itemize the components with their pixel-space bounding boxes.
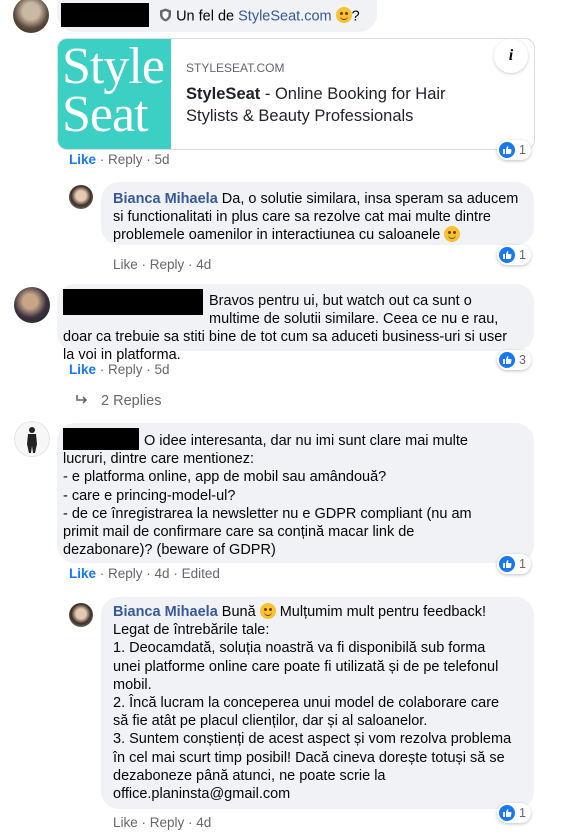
timestamp[interactable]: 5d	[155, 152, 170, 167]
reply-line: dezaboneze până atunci, ne poate scrie l…	[113, 767, 386, 784]
reply-email: office.planinsta@gmail.com	[113, 786, 291, 803]
comment-line: O idee interesanta, dar nu imi sunt clar…	[144, 433, 468, 449]
commenter-avatar[interactable]	[14, 287, 50, 323]
comment-line: lucruri, dintre care mentionez:	[63, 451, 254, 468]
reply-actions: Like · Reply · 4d	[113, 257, 212, 272]
like-link[interactable]: Like	[69, 362, 96, 377]
preview-title: StyleSeat - Online Booking for Hair Styl…	[186, 83, 486, 127]
reaction-count[interactable]: 3	[497, 350, 531, 370]
reaction-count[interactable]: 1	[497, 803, 531, 823]
reaction-number: 3	[519, 353, 526, 367]
reply-link[interactable]: Reply	[108, 362, 143, 377]
edited-label[interactable]: Edited	[182, 566, 220, 581]
reply-greeting: Bună	[217, 604, 260, 620]
smiling-emoji-icon	[444, 226, 461, 242]
reply-link[interactable]: Reply	[108, 566, 143, 581]
reaction-number: 1	[519, 806, 526, 820]
commenter-avatar[interactable]	[13, 0, 49, 33]
reply-line: 2. Încă lucram la conceperea unui model …	[113, 695, 500, 712]
figure-silhouette	[27, 427, 37, 453]
reaction-count[interactable]: 1	[497, 554, 531, 574]
comment-actions: Like · Reply · 4d · Edited	[69, 566, 220, 581]
reply-link[interactable]: Reply	[150, 815, 185, 830]
reaction-number: 1	[519, 143, 526, 157]
reply-arrow-icon	[76, 395, 88, 404]
reply-author[interactable]: Bianca Mihaela	[113, 191, 218, 207]
timestamp[interactable]: 4d	[196, 815, 211, 830]
comment-line: primit mail de confirmare care sa conțin…	[63, 524, 415, 541]
logo-text-seat: Seat	[62, 86, 149, 143]
comment-actions: Like · Reply · 5d	[69, 152, 170, 167]
reply-line: 1. Deocamdată, soluția noastră va fi dis…	[113, 640, 486, 657]
timestamp[interactable]: 4d	[155, 566, 170, 581]
redacted-name	[63, 428, 139, 450]
timestamp[interactable]: 5d	[155, 362, 170, 377]
reply-line: 3. Suntem conștienți de acest aspect și …	[113, 731, 512, 748]
smiling-emoji-icon	[259, 603, 276, 619]
reply-line: Legat de întrebările tale:	[113, 622, 270, 639]
reaction-count[interactable]: 1	[497, 245, 531, 265]
reply-bubble: Bianca Mihaela Bună Mulțumim mult pentru…	[101, 597, 534, 809]
view-replies-link[interactable]: 2 Replies	[75, 393, 161, 409]
comment-bubble: O idee interesanta, dar nu imi sunt clar…	[57, 423, 534, 563]
comment-line: - de ce înregistrarea la newsletter nu e…	[63, 505, 472, 522]
like-link[interactable]: Like	[113, 257, 138, 272]
reply-line: în cel mai scurt timp posibil! Dacă cine…	[113, 749, 505, 766]
smiling-emoji-icon	[335, 7, 352, 24]
reply-thanks: Mulțumim mult pentru feedback!	[275, 604, 487, 620]
preview-domain: STYLESEAT.COM	[186, 61, 285, 75]
replies-count-label[interactable]: 2 Replies	[101, 393, 161, 409]
info-icon[interactable]: i	[494, 39, 528, 73]
reply-author[interactable]: Bianca Mihaela	[113, 604, 218, 620]
like-link[interactable]: Like	[69, 566, 96, 581]
bianca-avatar[interactable]	[69, 185, 93, 209]
timestamp[interactable]: 4d	[196, 257, 211, 272]
comment-suffix: ?	[351, 8, 360, 25]
reply-line: să fie atât pe placul clienților, dar și…	[113, 713, 428, 730]
commenter-avatar[interactable]	[14, 421, 50, 457]
like-thumb-icon	[499, 556, 515, 572]
like-thumb-icon	[499, 247, 515, 263]
reply-bubble: Bianca Mihaela Da, o solutie similara, i…	[101, 182, 534, 245]
preview-title-brand: StyleSeat	[186, 85, 261, 103]
reaction-number: 1	[519, 557, 526, 571]
like-link[interactable]: Like	[69, 152, 96, 167]
comment-prefix: Un fel de	[176, 8, 239, 25]
comment-actions: Like · Reply · 5d	[69, 362, 170, 377]
link-preview-card[interactable]: Style Seat STYLESEAT.COM StyleSeat - Onl…	[57, 38, 535, 150]
like-thumb-icon	[499, 142, 515, 158]
reaction-number: 1	[519, 248, 526, 262]
comment-line: - care e princing-model-ul?	[63, 487, 236, 504]
styleseat-logo: Style Seat	[58, 39, 171, 149]
reply-line: mobil.	[113, 676, 152, 693]
reaction-count[interactable]: 1	[497, 140, 531, 160]
like-link[interactable]: Like	[113, 815, 138, 830]
comment-line: - e platforma online, app de mobil sau a…	[63, 469, 387, 486]
shield-badge-icon	[160, 8, 172, 22]
like-thumb-icon	[499, 805, 515, 821]
reply-actions: Like · Reply · 4d	[113, 815, 212, 830]
styleseat-link[interactable]: StyleSeat.com	[238, 8, 332, 24]
reply-link[interactable]: Reply	[150, 257, 185, 272]
comment-line: dezabonare)? (beware of GDPR)	[63, 542, 276, 559]
like-thumb-icon	[499, 352, 515, 368]
redacted-name	[61, 3, 149, 27]
comment-bubble: Un fel de StyleSeat.com ?	[57, 0, 377, 32]
comment-bubble: Bravos pentru ui, but watch out ca sunt …	[57, 284, 534, 363]
reply-link[interactable]: Reply	[108, 152, 143, 167]
bianca-avatar[interactable]	[69, 603, 93, 627]
redacted-name	[63, 289, 203, 315]
reply-line: unei platforme online care poate fi util…	[113, 658, 499, 675]
